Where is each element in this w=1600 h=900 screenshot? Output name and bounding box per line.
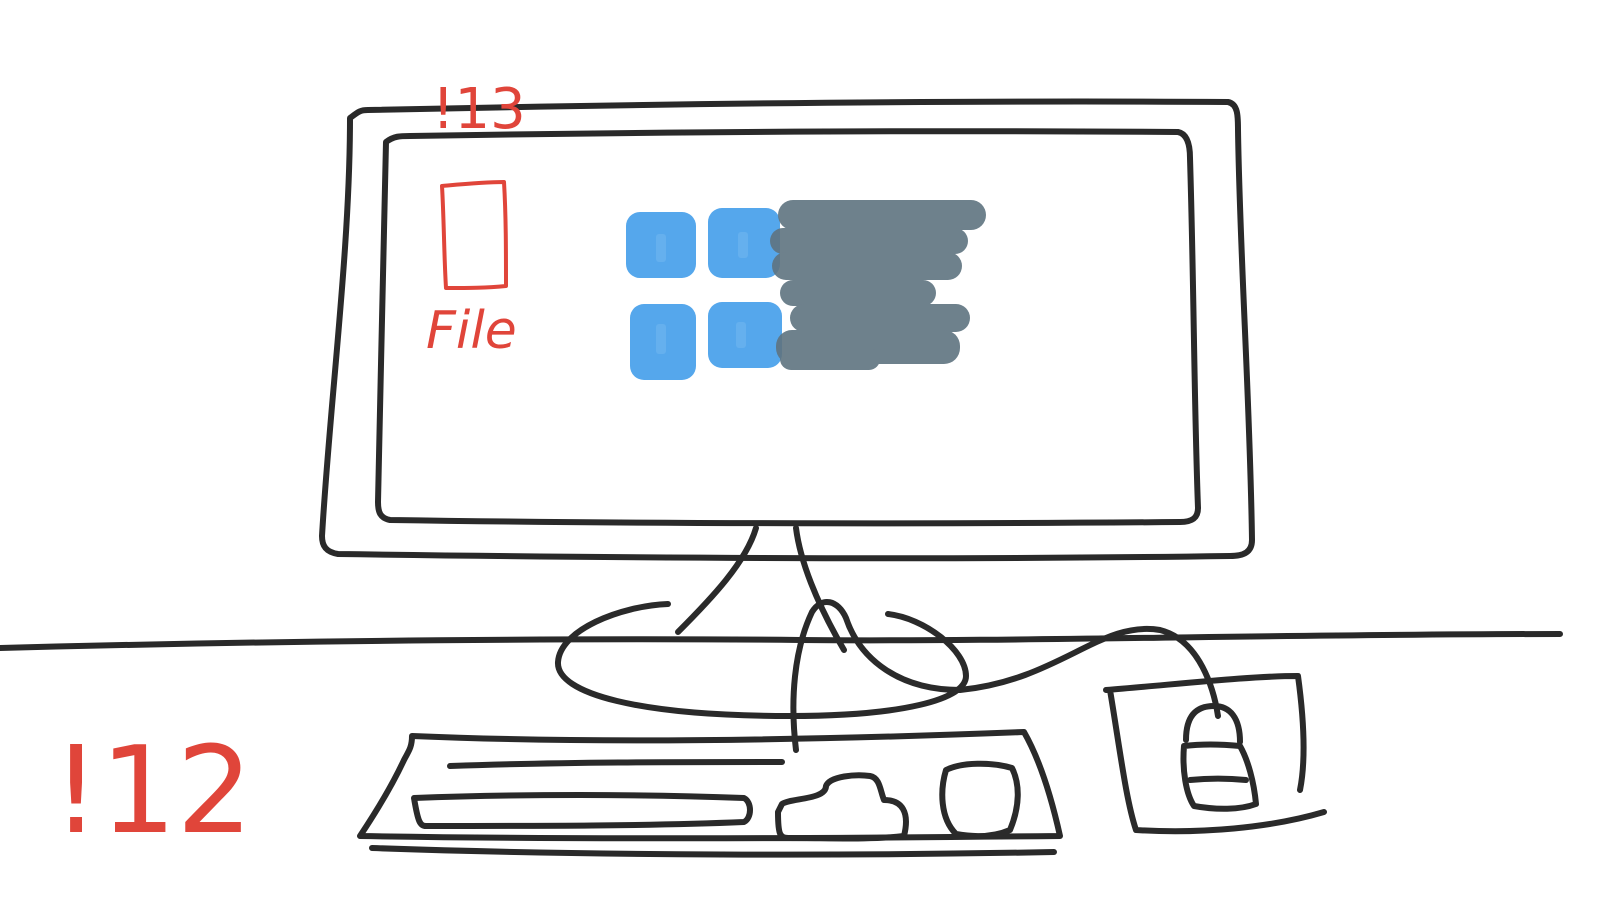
monitor-stand-neck <box>675 525 847 653</box>
keyboard-arrow-keys <box>775 772 909 842</box>
keyboard-key-square <box>939 760 1021 840</box>
desk-annotation-marker: !12 <box>52 722 253 861</box>
windows-logo-icon <box>626 208 782 380</box>
lock-icon[interactable] <box>1180 703 1259 812</box>
keyboard-key-row <box>447 759 785 769</box>
windows-wordmark <box>770 200 986 370</box>
monitor-annotation-marker: !13 <box>432 77 526 142</box>
monitor-stand-base <box>554 601 969 719</box>
keyboard-spacebar <box>411 792 753 829</box>
desk-edge-line <box>0 631 1563 651</box>
keyboard-cable <box>790 599 1221 753</box>
sketch-scene: File !13 !12 <box>0 77 1563 861</box>
file-icon[interactable] <box>440 180 508 290</box>
file-icon-label: File <box>426 301 517 361</box>
keyboard-bottom-edge <box>369 845 1057 858</box>
